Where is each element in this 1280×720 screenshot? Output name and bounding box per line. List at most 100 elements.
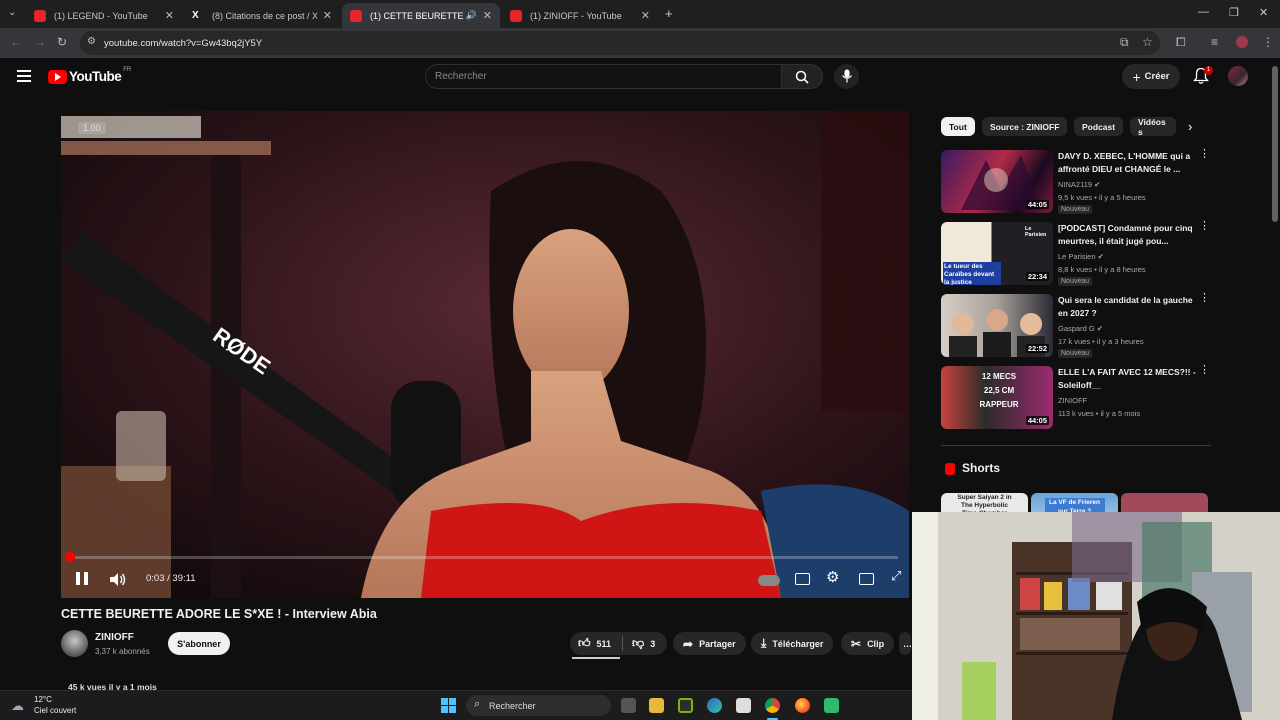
autoplay-toggle[interactable]	[758, 575, 780, 586]
browser-tab[interactable]: (1) LEGEND - YouTube ✕	[26, 3, 182, 28]
dislike-button[interactable]: 👎︎ 3	[632, 632, 655, 655]
channel-name-text: ZINIOFF	[1058, 396, 1088, 405]
thumbs-down-icon: 👎︎	[632, 636, 645, 650]
extensions-icon[interactable]: ⧠	[1176, 35, 1186, 50]
chrome-icon[interactable]	[765, 698, 780, 713]
miniplayer-icon[interactable]	[859, 573, 874, 585]
recommended-channel: Gaspard G ✔	[1058, 324, 1103, 333]
more-options-icon[interactable]: ⋮	[1199, 293, 1210, 304]
recommended-video[interactable]: 12 MECS 22,5 CM RAPPEUR 44:05 ELLE L'A F…	[941, 365, 1211, 430]
search-button[interactable]	[781, 64, 823, 89]
recommended-video[interactable]: 44:05 DAVY D. XEBEC, L'HOMME qui a affro…	[941, 149, 1211, 214]
chip-videos[interactable]: Vidéos s	[1130, 117, 1176, 136]
tab-audio-icon[interactable]: 🔊	[466, 10, 477, 21]
video-duration: 22:34	[1025, 272, 1049, 281]
subtitles-icon[interactable]	[795, 573, 810, 585]
task-view-icon[interactable]	[621, 698, 636, 713]
chip-all[interactable]: Tout	[941, 117, 975, 136]
microsoft-store-icon[interactable]	[736, 698, 751, 713]
recommended-video[interactable]: 22:52 Qui sera le candidat de la gauche …	[941, 293, 1211, 358]
browser-tab[interactable]: (1) ZINIOFF - YouTube ✕	[502, 3, 658, 28]
create-button[interactable]: + Créer	[1122, 64, 1180, 89]
pause-icon[interactable]	[76, 572, 88, 585]
file-explorer-icon[interactable]	[649, 698, 664, 713]
new-tab-icon[interactable]: +	[665, 6, 673, 21]
settings-gear-icon[interactable]: ⚙	[826, 568, 839, 586]
recommended-title: Qui sera le candidat de la gauche en 202…	[1058, 295, 1193, 318]
share-arrow-icon: ➦	[683, 636, 694, 651]
tab-list-chevron-icon[interactable]: ⌄	[8, 7, 16, 18]
more-options-icon[interactable]: ⋮	[1199, 221, 1210, 232]
edge-icon[interactable]	[707, 698, 722, 713]
recommended-title: ELLE L'A FAIT AVEC 12 MECS?!! - Soleilof…	[1058, 367, 1196, 390]
verified-check-icon: ✔	[1094, 180, 1101, 189]
firefox-icon[interactable]	[795, 698, 810, 713]
site-info-icon[interactable]: ⚙	[87, 36, 96, 47]
video-thumbnail: 12 MECS 22,5 CM RAPPEUR 44:05	[941, 366, 1053, 429]
weather-cloud-icon[interactable]: ☁	[11, 698, 24, 714]
video-duration: 22:52	[1025, 344, 1049, 353]
profile-icon[interactable]	[1236, 36, 1248, 48]
tab-close-icon[interactable]: ✕	[165, 9, 174, 22]
account-avatar[interactable]	[1228, 66, 1248, 86]
weather-temperature[interactable]: 12°C	[34, 695, 52, 704]
windows-taskbar: ☁ 12°C Ciel couvert ⌕ Rechercher	[0, 690, 912, 720]
tab-title: (1) CETTE BEURETTE ADORE	[370, 10, 464, 21]
progress-bar[interactable]	[72, 556, 898, 559]
subscriber-count: 3,37 k abonnés	[95, 647, 150, 656]
url-text: youtube.com/watch?v=Gw43bq2jY5Y	[104, 37, 263, 49]
media-controls-icon[interactable]: ≡	[1211, 35, 1218, 49]
more-options-icon[interactable]: ⋮	[1199, 149, 1210, 160]
subscribe-button[interactable]: S'abonner	[168, 632, 230, 655]
weather-description[interactable]: Ciel couvert	[34, 706, 76, 715]
search-input[interactable]: Rechercher	[425, 64, 782, 89]
share-button[interactable]: ➦ Partager	[673, 632, 746, 655]
volume-icon[interactable]	[109, 572, 126, 587]
clip-button[interactable]: ✂ Clip	[841, 632, 895, 655]
tab-close-icon[interactable]: ✕	[483, 9, 492, 22]
more-options-icon[interactable]: ⋮	[1199, 365, 1210, 376]
scrollbar-thumb[interactable]	[1272, 66, 1278, 222]
tab-close-icon[interactable]: ✕	[323, 9, 332, 22]
hamburger-menu-icon[interactable]	[17, 70, 31, 82]
dislike-count: 3	[650, 638, 656, 649]
chevron-right-icon[interactable]: ›	[1188, 119, 1192, 134]
youtube-logo[interactable]: YouTube FR	[48, 67, 132, 84]
browser-tab[interactable]: X (8) Citations de ce post / X ✕	[184, 3, 340, 28]
recommended-video[interactable]: Le tueur des Caraïbes devant la justice …	[941, 221, 1211, 286]
close-window-icon[interactable]: ✕	[1259, 6, 1268, 19]
channel-avatar[interactable]	[61, 630, 88, 657]
logo-country-code: FR	[123, 67, 132, 73]
channel-name[interactable]: ZINIOFF	[95, 632, 134, 643]
thumbs-up-icon: 👍︎	[578, 636, 591, 650]
forward-icon[interactable]: →	[34, 35, 46, 49]
recommended-views: 8,8 k vues • il y a 8 heures	[1058, 265, 1146, 274]
browser-tab-active[interactable]: (1) CETTE BEURETTE ADORE 🔊 ✕	[342, 3, 500, 28]
tab-close-icon[interactable]: ✕	[641, 9, 650, 22]
chip-podcast[interactable]: Podcast	[1074, 117, 1124, 136]
download-button[interactable]: ⤓ Télécharger	[751, 632, 834, 655]
taskbar-search[interactable]: ⌕ Rechercher	[466, 695, 611, 716]
reload-icon[interactable]: ↻	[57, 35, 67, 49]
bookmark-star-icon[interactable]: ☆	[1142, 35, 1153, 49]
minimize-window-icon[interactable]: —	[1198, 6, 1209, 18]
address-bar[interactable]: ⚙ youtube.com/watch?v=Gw43bq2jY5Y	[80, 31, 1160, 55]
app-icon[interactable]	[824, 698, 839, 713]
voice-search-button[interactable]	[834, 64, 859, 89]
recommended-channel: NINA2119 ✔	[1058, 180, 1100, 189]
video-player[interactable]: RØDE 1.00 0:03 / 39:11 ⚙ ⤢	[61, 111, 909, 598]
browser-menu-icon[interactable]: ⋮	[1262, 35, 1274, 49]
back-icon[interactable]: ←	[10, 35, 22, 49]
youtube-icon	[510, 9, 522, 22]
restore-window-icon[interactable]: ❐	[1229, 6, 1239, 19]
chip-source[interactable]: Source : ZINIOFF	[982, 117, 1068, 136]
like-divider	[622, 636, 623, 651]
thumbnail-caption: 12 MECS 22,5 CM RAPPEUR	[979, 372, 1019, 409]
scrubber-handle[interactable]	[65, 552, 75, 562]
install-app-icon[interactable]: ⧉	[1120, 35, 1129, 50]
windows-start-icon[interactable]	[441, 698, 456, 713]
fullscreen-icon[interactable]: ⤢	[891, 568, 901, 584]
like-button[interactable]: 👍︎ 511	[578, 632, 611, 655]
more-actions-button[interactable]: …	[899, 632, 911, 655]
nvidia-icon[interactable]	[678, 698, 693, 713]
